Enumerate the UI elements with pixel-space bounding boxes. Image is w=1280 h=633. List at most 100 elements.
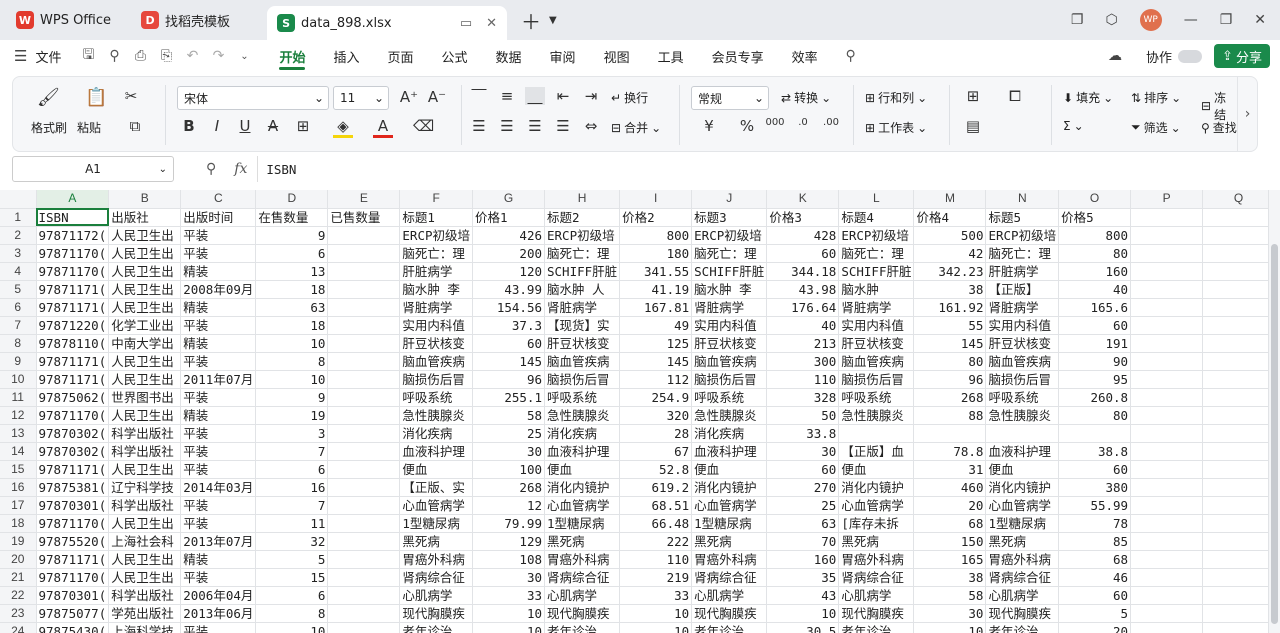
cell[interactable]: 66.48: [619, 514, 693, 533]
cell[interactable]: 人民卫生出: [108, 280, 182, 299]
cell[interactable]: 97870302(: [36, 442, 110, 461]
cell[interactable]: 脑死亡：理: [399, 244, 473, 263]
cell[interactable]: [327, 496, 401, 515]
cell[interactable]: 97875381(: [36, 478, 110, 497]
cell[interactable]: 科学出版社: [108, 424, 182, 443]
cell[interactable]: 消化内镜护: [838, 478, 915, 497]
cell[interactable]: 人民卫生出: [108, 514, 182, 533]
cell[interactable]: ERCP初级培: [985, 226, 1060, 245]
cell[interactable]: 现代胸膜疾: [691, 604, 768, 623]
window-icon[interactable]: ▭: [460, 16, 472, 31]
cell[interactable]: 出版社: [108, 208, 182, 227]
cell[interactable]: 消化疾病: [544, 424, 621, 443]
column-header-p[interactable]: P: [1130, 190, 1204, 209]
cell[interactable]: 165: [913, 550, 987, 569]
sum-button[interactable]: Σ ⌄: [1063, 119, 1084, 133]
cell[interactable]: 97871171(: [36, 370, 110, 389]
cell[interactable]: [985, 424, 1060, 443]
row-header[interactable]: 20: [0, 550, 37, 569]
cell[interactable]: 价格5: [1058, 208, 1132, 227]
cell[interactable]: [327, 352, 401, 371]
cell[interactable]: [327, 622, 401, 633]
cell[interactable]: 肾脏病学: [691, 298, 768, 317]
new-tab-icon[interactable]: ＋: [521, 6, 541, 35]
column-header-o[interactable]: O: [1058, 190, 1132, 209]
cell[interactable]: 肝豆状核变: [838, 334, 915, 353]
cell[interactable]: 344.18: [766, 262, 840, 281]
cell[interactable]: 43.98: [766, 280, 840, 299]
chevron-down-icon[interactable]: ▼: [549, 15, 557, 26]
cell[interactable]: 上海科学技: [108, 622, 182, 633]
cell[interactable]: 现代胸膜疾: [838, 604, 915, 623]
cell[interactable]: 85: [1058, 532, 1132, 551]
row-header[interactable]: 10: [0, 370, 37, 389]
cell[interactable]: 呼吸系统: [399, 388, 473, 407]
cell[interactable]: 【现货】实: [544, 316, 621, 335]
cell[interactable]: [1202, 298, 1276, 317]
cell[interactable]: 25: [766, 496, 840, 515]
font-color-icon[interactable]: A: [373, 117, 393, 138]
strikethrough-icon[interactable]: A: [263, 117, 283, 135]
cell[interactable]: 80: [913, 352, 987, 371]
cell[interactable]: [1202, 460, 1276, 479]
cell[interactable]: 2013年07月: [180, 532, 257, 551]
cell[interactable]: 平装: [180, 388, 257, 407]
cell[interactable]: 52.8: [619, 460, 693, 479]
tab-template[interactable]: D 找稻壳模板: [131, 5, 261, 35]
cell[interactable]: 300: [766, 352, 840, 371]
cell[interactable]: [1130, 208, 1204, 227]
cell[interactable]: [1130, 460, 1204, 479]
row-header[interactable]: 4: [0, 262, 37, 281]
menu-tools[interactable]: 工具: [644, 40, 698, 72]
cell[interactable]: 现代胸膜疾: [399, 604, 473, 623]
cell[interactable]: 213: [766, 334, 840, 353]
cell[interactable]: 心肌病学: [985, 586, 1060, 605]
cell[interactable]: 97871170(: [36, 406, 110, 425]
cell[interactable]: 科学出版社: [108, 586, 182, 605]
font-size-select[interactable]: 11 ⌄: [333, 86, 389, 110]
cell[interactable]: 95: [1058, 370, 1132, 389]
cell[interactable]: 43.99: [472, 280, 545, 299]
cell[interactable]: 便血: [691, 460, 768, 479]
cell[interactable]: 97878110(: [36, 334, 110, 353]
cell[interactable]: 6: [255, 244, 329, 263]
cell[interactable]: 呼吸系统: [985, 388, 1060, 407]
cell[interactable]: 脑死亡：理: [985, 244, 1060, 263]
cell[interactable]: [327, 406, 401, 425]
cell[interactable]: 脑损伤后冒: [838, 370, 915, 389]
cell[interactable]: 88: [913, 406, 987, 425]
align-top-icon[interactable]: ⎺: [469, 87, 489, 105]
cell[interactable]: 肝豆状核变: [399, 334, 473, 353]
percent-icon[interactable]: %: [737, 117, 757, 135]
row-header[interactable]: 3: [0, 244, 37, 263]
align-right-icon[interactable]: ☰: [525, 117, 545, 135]
cell[interactable]: 价格4: [913, 208, 987, 227]
cell[interactable]: [1202, 622, 1276, 633]
cell[interactable]: 38: [913, 568, 987, 587]
cell[interactable]: 5: [255, 550, 329, 569]
sort-button[interactable]: ⇅ 排序 ⌄: [1131, 89, 1181, 106]
row-header[interactable]: 17: [0, 496, 37, 515]
cell[interactable]: 12: [472, 496, 545, 515]
column-header-n[interactable]: N: [985, 190, 1060, 209]
cell[interactable]: 脑损伤后冒: [544, 370, 621, 389]
cell[interactable]: [1202, 532, 1276, 551]
cell[interactable]: 标题4: [838, 208, 915, 227]
number-format-select[interactable]: 常规 ⌄: [691, 86, 769, 110]
cell[interactable]: 现代胸膜疾: [985, 604, 1060, 623]
cell[interactable]: 97870302(: [36, 424, 110, 443]
cell[interactable]: 145: [619, 352, 693, 371]
minimize-icon[interactable]: —: [1184, 12, 1198, 28]
cell[interactable]: 125: [619, 334, 693, 353]
cell[interactable]: 79.99: [472, 514, 545, 533]
cell[interactable]: 急性胰腺炎: [544, 406, 621, 425]
cell[interactable]: [1130, 262, 1204, 281]
cell[interactable]: 63: [766, 514, 840, 533]
cell[interactable]: 40: [1058, 280, 1132, 299]
cell[interactable]: 科学出版社: [108, 442, 182, 461]
cell[interactable]: 血液科护理: [985, 442, 1060, 461]
distribute-icon[interactable]: ⇔: [581, 117, 601, 135]
name-box[interactable]: A1 ⌄: [12, 156, 174, 182]
cell[interactable]: 【正版】: [985, 280, 1060, 299]
cell[interactable]: 7: [255, 496, 329, 515]
